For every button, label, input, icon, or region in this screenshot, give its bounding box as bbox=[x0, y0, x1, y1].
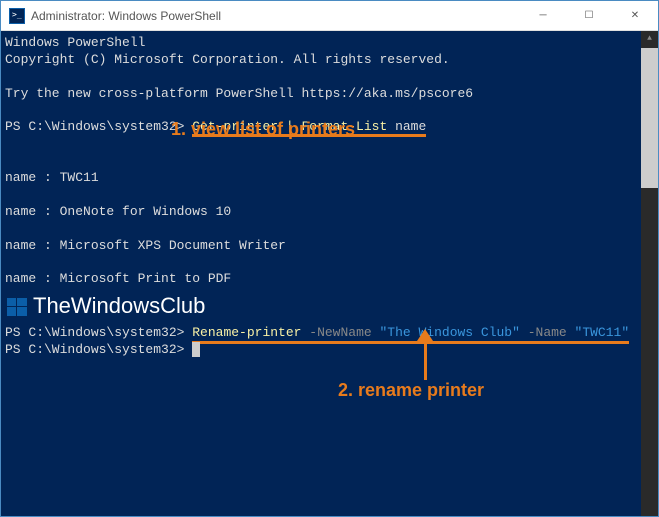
blank-line bbox=[5, 69, 658, 86]
annotation-2: 2. rename printer bbox=[338, 379, 484, 402]
blank-line bbox=[5, 255, 658, 272]
printer-name-2: name : OneNote for Windows 10 bbox=[5, 204, 658, 221]
param-name: -Name bbox=[528, 325, 575, 340]
blank-line bbox=[5, 103, 658, 120]
annotation-1: 1. view list of printers bbox=[171, 118, 355, 141]
window-titlebar: Administrator: Windows PowerShell ─ ☐ ✕ bbox=[1, 1, 658, 31]
printer-name-1: name : TWC11 bbox=[5, 170, 658, 187]
value-name: "TWC11" bbox=[575, 325, 630, 340]
windows-flag-icon bbox=[5, 295, 29, 319]
prompt-path: PS C:\Windows\system32> bbox=[5, 342, 192, 357]
printer-name-3: name : Microsoft XPS Document Writer bbox=[5, 238, 658, 255]
header-line-3: Try the new cross-platform PowerShell ht… bbox=[5, 86, 658, 103]
arrow-line-icon bbox=[424, 334, 427, 380]
terminal-area[interactable]: Windows PowerShell Copyright (C) Microso… bbox=[1, 31, 658, 516]
scroll-thumb[interactable] bbox=[641, 48, 658, 188]
blank-line bbox=[5, 187, 658, 204]
minimize-button[interactable]: ─ bbox=[520, 1, 566, 30]
command-rename-printer: Rename-printer bbox=[192, 325, 309, 340]
param-newname: -NewName bbox=[309, 325, 379, 340]
printer-name-4: name : Microsoft Print to PDF bbox=[5, 271, 658, 288]
header-line-1: Windows PowerShell bbox=[5, 35, 658, 52]
cursor bbox=[192, 342, 200, 357]
window-controls: ─ ☐ ✕ bbox=[520, 1, 658, 30]
command-arg-name: name bbox=[387, 119, 426, 137]
blank-line bbox=[5, 153, 658, 170]
close-button[interactable]: ✕ bbox=[612, 1, 658, 30]
vertical-scrollbar[interactable]: ▲ bbox=[641, 31, 658, 516]
thewindowsclub-logo: TheWindowsClub bbox=[5, 288, 658, 325]
blank-line bbox=[5, 221, 658, 238]
powershell-icon bbox=[9, 8, 25, 24]
logo-text: TheWindowsClub bbox=[33, 292, 205, 321]
prompt-path: PS C:\Windows\system32> bbox=[5, 325, 192, 340]
maximize-button[interactable]: ☐ bbox=[566, 1, 612, 30]
prompt-line-2: PS C:\Windows\system32> Rename-printer -… bbox=[5, 325, 658, 342]
header-line-2: Copyright (C) Microsoft Corporation. All… bbox=[5, 52, 658, 69]
prompt-line-3: PS C:\Windows\system32> bbox=[5, 342, 658, 359]
prompt-path: PS C:\Windows\system32> bbox=[5, 119, 192, 134]
window-title: Administrator: Windows PowerShell bbox=[31, 9, 520, 23]
scroll-up-button[interactable]: ▲ bbox=[641, 31, 658, 48]
value-newname: "The Windows Club" bbox=[379, 325, 527, 340]
